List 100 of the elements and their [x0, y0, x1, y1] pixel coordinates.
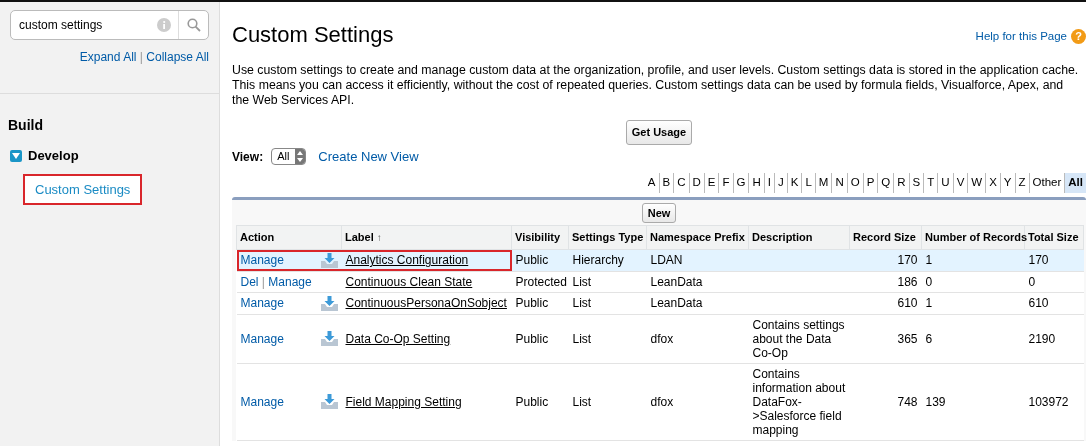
table-cell: Public [515, 253, 549, 268]
page-title: Custom Settings [232, 22, 394, 49]
letter-filter[interactable]: M [814, 173, 832, 193]
table-row[interactable]: Manage ContinuousPersonaOnSobject Public List LeanData 610 1 610 [236, 292, 1084, 315]
letter-filter[interactable]: S [908, 173, 924, 193]
view-select[interactable]: All [271, 148, 307, 166]
section-heading: Build [7, 116, 44, 135]
table-cell: List [572, 296, 592, 311]
description-text: Use custom settings to create and manage custom data at the organization, profile, and user levels. Custom settings data is stored in the application cache. This means you can access it efficiently, without the cost of repeated queries. Custom settings data can be used by formula fields, Visualforce, Apex, and the Web Services API. [232, 63, 1080, 109]
table-cell: Protected [515, 274, 567, 289]
action-link[interactable]: Del [240, 274, 259, 289]
table-cell: 2190 [1028, 331, 1056, 346]
column-header[interactable]: Label ↑ [341, 225, 512, 250]
label-link[interactable]: Data Co-Op Setting [345, 331, 451, 346]
letter-filter[interactable]: K [786, 173, 802, 193]
download-icon [320, 394, 338, 410]
table-cell: Contains settings about the Data Co-Op [752, 317, 845, 360]
tree-item[interactable]: Develop [28, 146, 79, 166]
separator: | [139, 50, 143, 64]
table-cell: 170 [897, 253, 918, 268]
table-cell: Public [515, 296, 549, 311]
table-cell: 610 [1028, 296, 1049, 311]
separator: | [261, 274, 265, 289]
letter-filter[interactable]: A [644, 173, 659, 193]
letter-filter[interactable]: T [923, 173, 938, 193]
letter-filter[interactable]: X [985, 173, 1000, 193]
letter-filter[interactable]: O [846, 173, 863, 193]
create-view-link[interactable]: Create New View [318, 146, 419, 167]
table-cell: 170 [1028, 253, 1049, 268]
letter-filter[interactable]: J [774, 173, 787, 193]
table-cell: 0 [1028, 274, 1036, 289]
column-header[interactable]: Record Size [849, 225, 922, 250]
letter-filter[interactable]: H [748, 173, 764, 193]
table-cell: List [572, 274, 592, 289]
table-cell: dfox [650, 331, 674, 346]
letter-filter[interactable]: N [831, 173, 847, 193]
letter-filter[interactable]: U [937, 173, 953, 193]
search-icon[interactable] [186, 18, 201, 32]
letter-filter[interactable]: Y [999, 173, 1015, 193]
label-link[interactable]: Continuous Clean State [345, 274, 473, 289]
column-header[interactable]: Settings Type [568, 225, 647, 250]
get-usage-button[interactable]: Get Usage [625, 120, 693, 145]
label-link[interactable]: Field Mapping Setting [345, 394, 462, 409]
new-button[interactable]: New [641, 202, 677, 224]
letter-filter[interactable]: I [763, 173, 774, 193]
table-cell: dfox [650, 394, 674, 409]
action-link[interactable]: Manage [268, 274, 312, 289]
table-cell: 748 [897, 394, 918, 409]
table-row[interactable]: Manage Analytics Configuration Public Hierarchy LDAN 170 1 170 [236, 249, 1084, 272]
letter-filter[interactable]: F [718, 173, 733, 193]
collapse-all-link[interactable]: Collapse All [146, 50, 209, 64]
column-header[interactable]: Number of Records [921, 225, 1025, 250]
letter-filter[interactable]: All [1064, 173, 1086, 193]
table-cell: 6 [925, 331, 933, 346]
letter-filter[interactable]: V [952, 173, 968, 193]
column-header[interactable]: Description [748, 225, 850, 250]
sidebar-item[interactable]: Custom Settings [25, 175, 141, 203]
download-icon [320, 252, 338, 268]
table-cell: LeanData [650, 274, 703, 289]
table-cell: 1 [925, 253, 933, 268]
help-link[interactable]: Help for this Page [975, 28, 1067, 46]
table-row[interactable]: Manage Data Co-Op Setting Public List dfox Contains settings about the Data Co-Op 365 6 2190 [236, 314, 1084, 364]
action-link[interactable]: Manage [240, 394, 284, 409]
table-cell: LeanData [650, 296, 703, 311]
view-label: View: [232, 148, 264, 166]
letter-filter[interactable]: Z [1014, 173, 1029, 193]
download-icon [320, 295, 338, 311]
letter-filter[interactable]: P [862, 173, 878, 193]
table-cell: 1 [925, 296, 933, 311]
letter-filter[interactable]: G [732, 173, 749, 193]
table-cell: Public [515, 394, 549, 409]
letter-filter[interactable]: L [801, 173, 815, 193]
column-header[interactable]: Visibility [511, 225, 569, 250]
action-link[interactable]: Manage [240, 331, 284, 346]
letter-filter[interactable]: Q [877, 173, 894, 193]
table-cell: Contains information about DataFox->Salesforce field mapping [752, 366, 846, 437]
letter-filter[interactable]: W [967, 173, 986, 193]
table-row[interactable]: Manage Field Mapping Setting Public List dfox Contains information about DataFox->Salesforce field mapping 748 139 103972 [236, 363, 1084, 441]
letter-filter[interactable]: E [703, 173, 719, 193]
letter-filter[interactable]: B [658, 173, 674, 193]
letter-filter[interactable]: D [688, 173, 704, 193]
action-link[interactable]: Manage [240, 296, 284, 311]
info-icon [157, 18, 171, 32]
table-cell: Hierarchy [572, 253, 624, 268]
letter-filter[interactable]: R [893, 173, 909, 193]
label-link[interactable]: ContinuousPersonaOnSobject [345, 296, 507, 311]
caret-icon [297, 151, 304, 163]
expand-all-link[interactable]: Expand All [79, 50, 137, 64]
table-cell: 365 [897, 331, 918, 346]
table-row[interactable]: Del | Manage Continuous Clean State Protected List LeanData 186 0 0 [236, 271, 1084, 293]
table-cell: 0 [925, 274, 933, 289]
letter-filter[interactable]: C [673, 173, 689, 193]
column-header[interactable]: Action [236, 225, 342, 250]
search-field[interactable]: custom settings [10, 10, 209, 40]
sort-icon: ↑ [376, 232, 382, 244]
column-header[interactable]: Namespace Prefix [646, 225, 749, 250]
toggle-icon[interactable] [10, 149, 22, 162]
table-cell: List [572, 331, 592, 346]
table-cell: 186 [897, 274, 918, 289]
table-cell: LDAN [650, 253, 683, 268]
